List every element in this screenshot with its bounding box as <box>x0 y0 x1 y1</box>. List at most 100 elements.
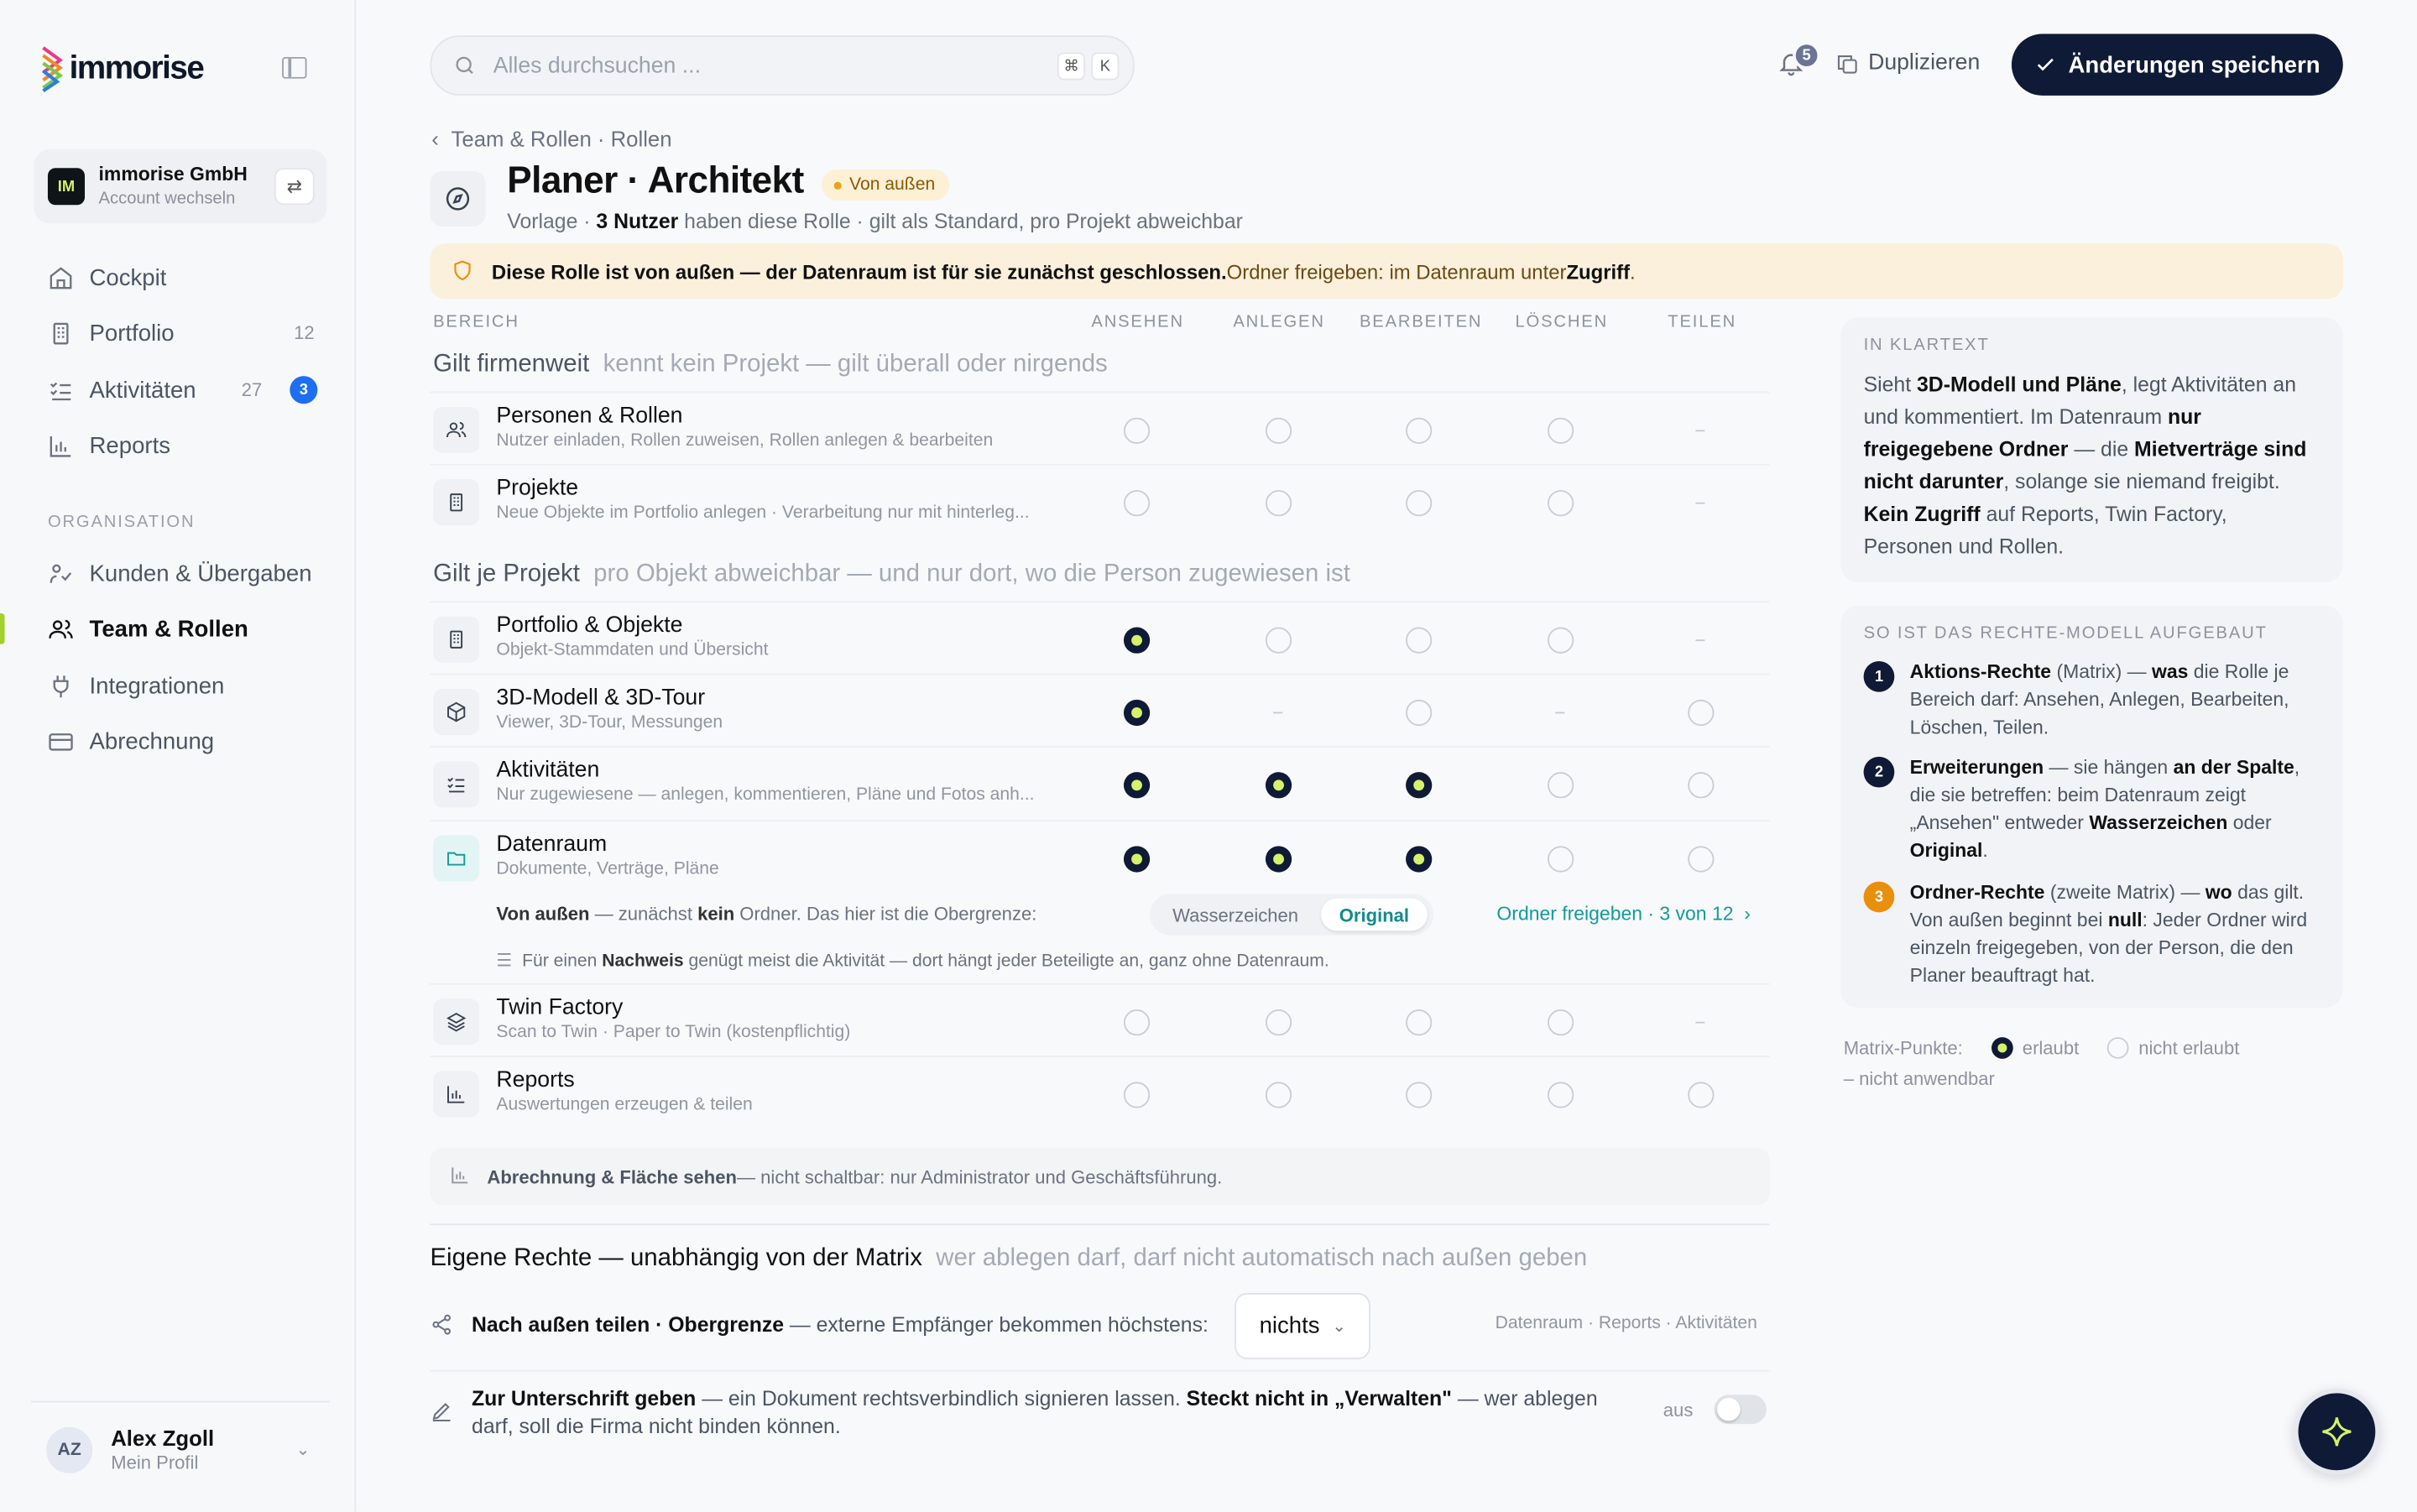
permission-loeschen-off[interactable] <box>1548 1009 1574 1036</box>
permission-teilen-off[interactable] <box>1688 846 1715 873</box>
account-name: immorise GmbH <box>98 163 248 185</box>
permission-teilen-off[interactable] <box>1688 1082 1715 1108</box>
active-indicator <box>0 613 5 644</box>
role-sub-pre: Vorlage · <box>507 209 597 233</box>
permission-anlegen-off[interactable] <box>1265 417 1292 444</box>
permission-anlegen-off[interactable] <box>1265 1082 1292 1108</box>
alert-bold: Diese Rolle ist von außen — der Datenrau… <box>491 259 1227 284</box>
sidebar-collapse-icon[interactable] <box>282 56 307 79</box>
permission-teilen-off[interactable] <box>1688 699 1715 727</box>
signature-toggle[interactable] <box>1714 1395 1767 1425</box>
alert-link[interactable]: Zugriff <box>1566 259 1630 283</box>
global-search[interactable]: Alles durchsuchen ... ⌘ K <box>430 35 1135 96</box>
duplicate-label: Duplizieren <box>1868 50 1981 76</box>
toggle-label: aus <box>1663 1399 1694 1421</box>
ext-pre: Von außen <box>496 903 590 925</box>
handshake-icon <box>46 560 74 587</box>
permission-ansehen-off[interactable] <box>1123 490 1151 517</box>
account-switcher[interactable]: IM immorise GmbH Account wechseln ⇄ <box>34 149 327 224</box>
permission-bearbeiten-on[interactable] <box>1406 772 1433 799</box>
permission-loeschen-off[interactable] <box>1548 417 1574 444</box>
permission-bearbeiten-off[interactable] <box>1406 627 1433 654</box>
search-input[interactable]: Alles durchsuchen ... <box>493 54 701 78</box>
permission-ansehen-on[interactable] <box>1123 846 1151 873</box>
permission-loeschen-off[interactable] <box>1548 1082 1574 1108</box>
save-label: Änderungen speichern <box>2068 51 2320 78</box>
logo[interactable]: immorise <box>42 46 205 93</box>
permission-ansehen-off[interactable] <box>1123 1009 1151 1036</box>
external-role-alert: Diese Rolle ist von außen — der Datenrau… <box>430 243 2343 300</box>
row-title: 3D-Modell & 3D-Tour <box>496 686 706 711</box>
signature-bold2: Steckt nicht in „Verwalten" <box>1186 1387 1452 1410</box>
duplicate-button[interactable]: Duplizieren <box>1836 50 1981 76</box>
permission-loeschen-na <box>1548 700 1574 726</box>
swap-icon[interactable]: ⇄ <box>274 168 315 206</box>
permission-bearbeiten-off[interactable] <box>1406 1009 1433 1036</box>
sparkle-icon <box>2322 1417 2352 1447</box>
sidebar-item-cockpit[interactable]: Cockpit <box>34 254 326 300</box>
billing-text: — nicht schaltbar: nur Administrator und… <box>737 1165 1223 1188</box>
ext-kein: kein <box>697 903 735 925</box>
permission-ansehen-on[interactable] <box>1123 699 1151 727</box>
nachweis-note: ☰ Für einen Nachweis genügt meist die Ak… <box>496 949 1329 971</box>
billing-note: Abrechnung & Fläche sehen — nicht schalt… <box>430 1148 1770 1206</box>
permission-loeschen-off[interactable] <box>1548 490 1574 517</box>
ext-mid: — zunächst <box>589 903 698 925</box>
breadcrumb[interactable]: ‹ Team & Rollen · Rollen <box>431 127 671 151</box>
save-button[interactable]: Änderungen speichern <box>2011 34 2343 96</box>
permission-anlegen-off[interactable] <box>1265 1009 1292 1036</box>
permission-bearbeiten-off[interactable] <box>1406 1082 1433 1108</box>
building-icon <box>433 616 480 663</box>
logo-text: immorise <box>69 50 205 86</box>
matrix-row: Projekte Neue Objekte im Portfolio anlege… <box>430 463 1770 534</box>
legend-title: Matrix-Punkte: <box>1843 1037 1963 1059</box>
note-bold: Nachweis <box>602 952 684 972</box>
row-subtitle: Auswertungen erzeugen & teilen <box>496 1095 753 1114</box>
original-option[interactable]: Original <box>1321 898 1428 931</box>
watermark-option[interactable]: Wasserzeichen <box>1156 899 1315 931</box>
permission-bearbeiten-on[interactable] <box>1406 846 1433 873</box>
permission-loeschen-off[interactable] <box>1548 627 1574 654</box>
permission-loeschen-off[interactable] <box>1548 846 1574 873</box>
share-limit-select[interactable]: nichts ⌄ <box>1235 1292 1370 1359</box>
sidebar-item-aktivitaeten[interactable]: Aktivitäten 27 3 <box>34 367 326 413</box>
profile-menu[interactable]: AZ Alex Zgoll Mein Profil ⌄ <box>30 1400 331 1494</box>
permission-bearbeiten-off[interactable] <box>1406 490 1433 517</box>
sidebar-item-label: Kunden & Übergaben <box>89 560 312 587</box>
group-title: Gilt firmenweit <box>433 351 590 378</box>
row-subtitle: Viewer, 3D-Tour, Messungen <box>496 713 723 733</box>
sidebar-item-kunden[interactable]: Kunden & Übergaben <box>34 550 326 597</box>
role-user-count[interactable]: 3 Nutzer <box>596 210 678 233</box>
permission-teilen-off[interactable] <box>1688 772 1715 799</box>
ai-assistant-button[interactable] <box>2294 1388 2380 1475</box>
permission-ansehen-on[interactable] <box>1123 627 1151 654</box>
sidebar-item-abrechnung[interactable]: Abrechnung <box>34 718 326 764</box>
matrix-row: Aktivitäten Nur zugewiesene — anlegen, ko… <box>430 745 1770 816</box>
unread-badge: 3 <box>290 376 318 404</box>
share-folders-link[interactable]: Ordner freigeben · 3 von 12 › <box>1496 903 1751 925</box>
model-title: SO IST DAS RECHTE-MODELL AUFGEBAUT <box>1863 623 2268 643</box>
app-root: immorise IM immorise GmbH Account wechse… <box>0 0 2417 1512</box>
permission-bearbeiten-off[interactable] <box>1406 417 1433 444</box>
sidebar-item-team-rollen[interactable]: Team & Rollen <box>34 606 326 652</box>
row-subtitle: Nutzer einladen, Rollen zuweisen, Rollen… <box>496 431 994 451</box>
permission-anlegen-off[interactable] <box>1265 627 1292 654</box>
permission-ansehen-off[interactable] <box>1123 1082 1151 1108</box>
permission-loeschen-off[interactable] <box>1548 772 1574 799</box>
klartext-title: IN KLARTEXT <box>1863 336 1990 355</box>
permission-anlegen-on[interactable] <box>1265 846 1292 873</box>
sidebar-item-portfolio[interactable]: Portfolio 12 <box>34 310 326 356</box>
step-bold: Aktions-Rechte <box>1909 660 2052 683</box>
permission-anlegen-off[interactable] <box>1265 490 1292 517</box>
column-header-anlegen: ANLEGEN <box>1233 312 1325 331</box>
own-rights-header: Eigene Rechte — unabhängig von der Matri… <box>430 1245 1587 1273</box>
permission-anlegen-on[interactable] <box>1265 772 1292 799</box>
sidebar-item-integrationen[interactable]: Integrationen <box>34 663 326 709</box>
permission-bearbeiten-off[interactable] <box>1406 699 1433 727</box>
permission-ansehen-on[interactable] <box>1123 772 1151 799</box>
allowed-dot-icon <box>1992 1037 2013 1059</box>
step-t4: . <box>1982 840 1988 862</box>
permission-ansehen-off[interactable] <box>1123 417 1151 444</box>
sidebar-item-reports[interactable]: Reports <box>34 422 326 468</box>
account-avatar: IM <box>47 168 86 206</box>
